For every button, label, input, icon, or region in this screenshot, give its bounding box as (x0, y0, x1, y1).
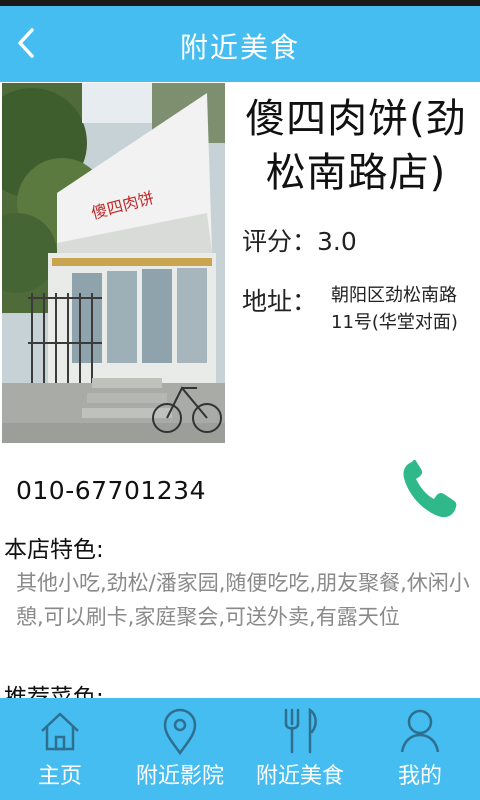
top-app-bar: 附近美食 (0, 6, 480, 82)
nav-label-cinemas: 附近影院 (135, 764, 224, 789)
nav-item-profile[interactable]: 我的 (360, 698, 480, 800)
features-title: 本店特色: (4, 537, 104, 563)
nav-item-cinemas[interactable]: 附近影院 (120, 698, 240, 800)
address-value: 朝阳区劲松南路11号(华堂对面) (331, 285, 458, 333)
rating: 评分：3.0 (242, 222, 357, 258)
restaurant-photo: 傻四肉饼 (2, 83, 225, 443)
user-icon (400, 709, 440, 753)
call-button[interactable] (398, 456, 460, 522)
rating-value: 3.0 (317, 227, 357, 256)
nav-label-food: 附近美食 (255, 764, 344, 789)
restaurant-name: 傻四肉饼(劲松南路店) (245, 96, 467, 196)
page-title: 附近美食 (179, 31, 300, 64)
nav-label-home: 主页 (37, 764, 82, 789)
nav-item-home[interactable]: 主页 (0, 698, 120, 800)
home-icon (41, 712, 79, 751)
bottom-navigation: 主页 附近影院 附近美食 我的 (0, 698, 480, 800)
address-label: 地址： (242, 287, 318, 316)
nav-item-food[interactable]: 附近美食 (240, 698, 360, 800)
phone-icon (403, 459, 457, 518)
phone-number[interactable]: 010-67701234 (16, 476, 206, 505)
nav-label-profile: 我的 (397, 764, 442, 789)
rating-label: 评分： (242, 227, 318, 256)
fork-knife-icon (284, 707, 317, 754)
location-pin-icon (163, 708, 197, 756)
features-text: 其他小吃,劲松/潘家园,随便吃吃,朋友聚餐,休闲小憩,可以刷卡,家庭聚会,可送外… (16, 571, 470, 629)
